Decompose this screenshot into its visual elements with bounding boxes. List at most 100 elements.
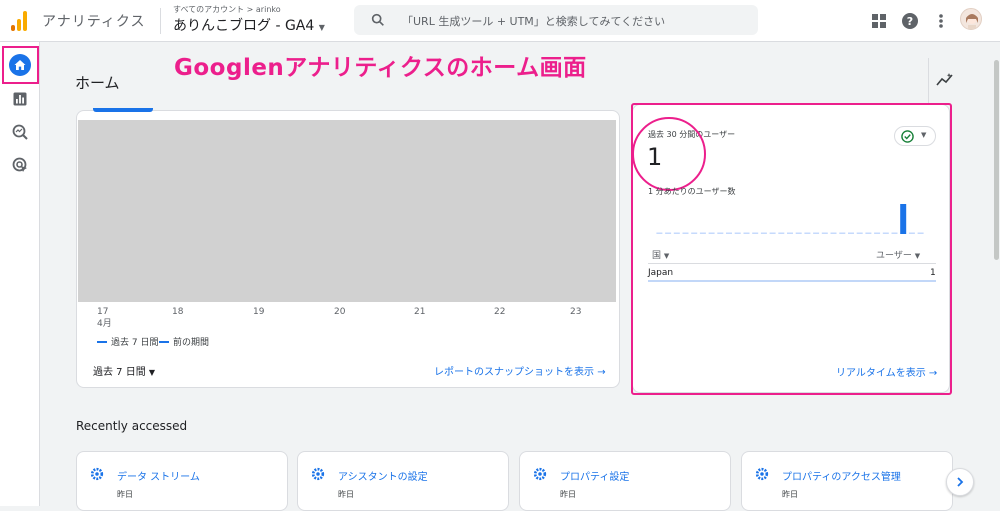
search-placeholder: 「URL 生成ツール + UTM」と検索してみてください xyxy=(402,15,666,28)
recent-card-label: データ ストリーム xyxy=(117,472,200,483)
chevron-right-icon xyxy=(957,477,964,487)
nav-advertising[interactable] xyxy=(8,153,32,177)
analytics-logo[interactable] xyxy=(11,11,29,31)
minute-bar xyxy=(917,232,924,234)
minute-bar xyxy=(830,232,837,234)
selected-metric-tab[interactable] xyxy=(93,108,153,112)
snapshot-link-label: レポートのスナップショットを表示 xyxy=(434,367,594,378)
right-panel-divider xyxy=(928,58,929,106)
reports-icon xyxy=(13,92,27,106)
date-range-selector[interactable]: 過去 7 日間 ▼ xyxy=(93,363,155,378)
minute-bar xyxy=(856,232,863,234)
x-tick: 19 xyxy=(253,307,265,317)
minute-bar xyxy=(839,232,846,234)
account-breadcrumb[interactable]: すべてのアカウント > arinko xyxy=(173,4,281,15)
scrollbar-thumb[interactable] xyxy=(994,60,999,260)
minute-bar xyxy=(848,232,854,234)
svg-text:?: ? xyxy=(907,15,913,28)
recent-card[interactable]: アシスタントの設定 昨日 xyxy=(297,451,509,511)
minute-bar xyxy=(908,232,915,234)
x-tick: 18 xyxy=(172,307,184,317)
minute-bar xyxy=(787,232,793,234)
recent-card-label: アシスタントの設定 xyxy=(338,472,428,483)
table-header-divider xyxy=(648,263,936,264)
recent-card-time: 昨日 xyxy=(338,490,354,499)
insights-icon[interactable] xyxy=(936,72,954,88)
table-row-bar xyxy=(648,280,936,282)
chevron-down-icon: ▼ xyxy=(318,23,325,32)
realtime-link-label: リアルタイムを表示 xyxy=(836,368,926,379)
legend-previous: 前の期間 xyxy=(159,335,209,348)
x-tick: 22 xyxy=(494,307,506,317)
overview-chart-area xyxy=(78,120,616,302)
minute-bar xyxy=(665,232,672,234)
annotation-caption: Googlenアナリティクスのホーム画面 xyxy=(174,55,587,81)
minute-bar xyxy=(691,232,698,234)
minute-bar xyxy=(821,232,828,234)
minute-bar xyxy=(769,232,776,234)
help-icon[interactable]: ? xyxy=(901,12,919,30)
minute-bar xyxy=(865,232,872,234)
per-minute-bar-chart xyxy=(656,204,924,234)
x-tick: 21 xyxy=(414,307,426,317)
recent-card-label: プロパティ設定 xyxy=(560,472,630,483)
recent-card-label: プロパティのアクセス管理 xyxy=(782,472,901,483)
nav-reports[interactable] xyxy=(8,87,32,111)
gear-icon xyxy=(533,467,547,481)
minute-bar xyxy=(682,232,689,234)
recent-card-time: 昨日 xyxy=(782,490,798,499)
minute-bar xyxy=(891,232,898,234)
minute-bar xyxy=(874,232,881,234)
dropdown-arrow-icon: ▼ xyxy=(148,368,156,377)
minute-bar xyxy=(752,232,759,234)
minute-bar xyxy=(813,232,820,234)
minute-bar xyxy=(882,232,889,234)
date-range-label: 過去 7 日間 xyxy=(93,367,146,378)
gear-icon xyxy=(755,467,769,481)
legend-solid-line xyxy=(97,340,107,343)
column-header-country[interactable]: 国 ▼ xyxy=(652,248,669,261)
minute-bar xyxy=(708,232,715,234)
recent-card[interactable]: プロパティ設定 昨日 xyxy=(519,451,731,511)
avatar[interactable] xyxy=(960,8,982,30)
sort-arrow-icon: ▼ xyxy=(914,252,921,260)
property-selector[interactable]: ありんこブログ - GA4 ▼ xyxy=(173,15,325,35)
left-nav xyxy=(0,42,40,506)
page-title: ホーム xyxy=(75,74,120,92)
apps-icon[interactable] xyxy=(870,12,888,30)
recent-card[interactable]: データ ストリーム 昨日 xyxy=(76,451,288,511)
more-vert-icon[interactable] xyxy=(932,12,950,30)
minute-bar xyxy=(743,232,750,234)
nav-explore[interactable] xyxy=(8,120,32,144)
minute-bar xyxy=(778,232,785,234)
recent-card-time: 昨日 xyxy=(117,490,133,499)
sort-arrow-icon: ▼ xyxy=(663,252,670,260)
minute-bar xyxy=(760,232,767,234)
col-users-label: ユーザー xyxy=(876,251,912,261)
annotation-circle xyxy=(632,117,706,191)
x-tick: 20 xyxy=(334,307,346,317)
realtime-link[interactable]: リアルタイムを表示 → xyxy=(836,364,937,379)
status-dropdown[interactable]: ▼ xyxy=(894,126,936,146)
x-month-label: 4月 xyxy=(97,319,112,329)
minute-bar xyxy=(734,232,741,234)
snapshot-link[interactable]: レポートのスナップショットを表示 → xyxy=(434,363,606,378)
top-bar: アナリティクス すべてのアカウント > arinko ありんこブログ - GA4… xyxy=(0,0,1000,42)
recent-card-time: 昨日 xyxy=(560,490,576,499)
minute-bar xyxy=(900,204,907,234)
search-icon xyxy=(371,13,384,26)
chevron-down-icon: ▼ xyxy=(921,131,927,139)
minute-bar xyxy=(656,232,663,234)
next-button[interactable] xyxy=(946,468,974,496)
arrow-right-icon: → xyxy=(928,368,938,379)
legend-dashed-line xyxy=(159,340,169,343)
explore-icon xyxy=(12,124,28,140)
column-header-users[interactable]: ユーザー ▼ xyxy=(876,248,920,261)
arrow-right-icon: → xyxy=(597,367,606,378)
search-box[interactable]: 「URL 生成ツール + UTM」と検索してみてください xyxy=(354,5,758,35)
recent-card[interactable]: プロパティのアクセス管理 昨日 xyxy=(741,451,953,511)
header-divider xyxy=(160,8,161,34)
legend-previous-label: 前の期間 xyxy=(173,338,210,348)
gear-icon xyxy=(90,467,104,481)
check-circle-icon xyxy=(901,130,914,143)
